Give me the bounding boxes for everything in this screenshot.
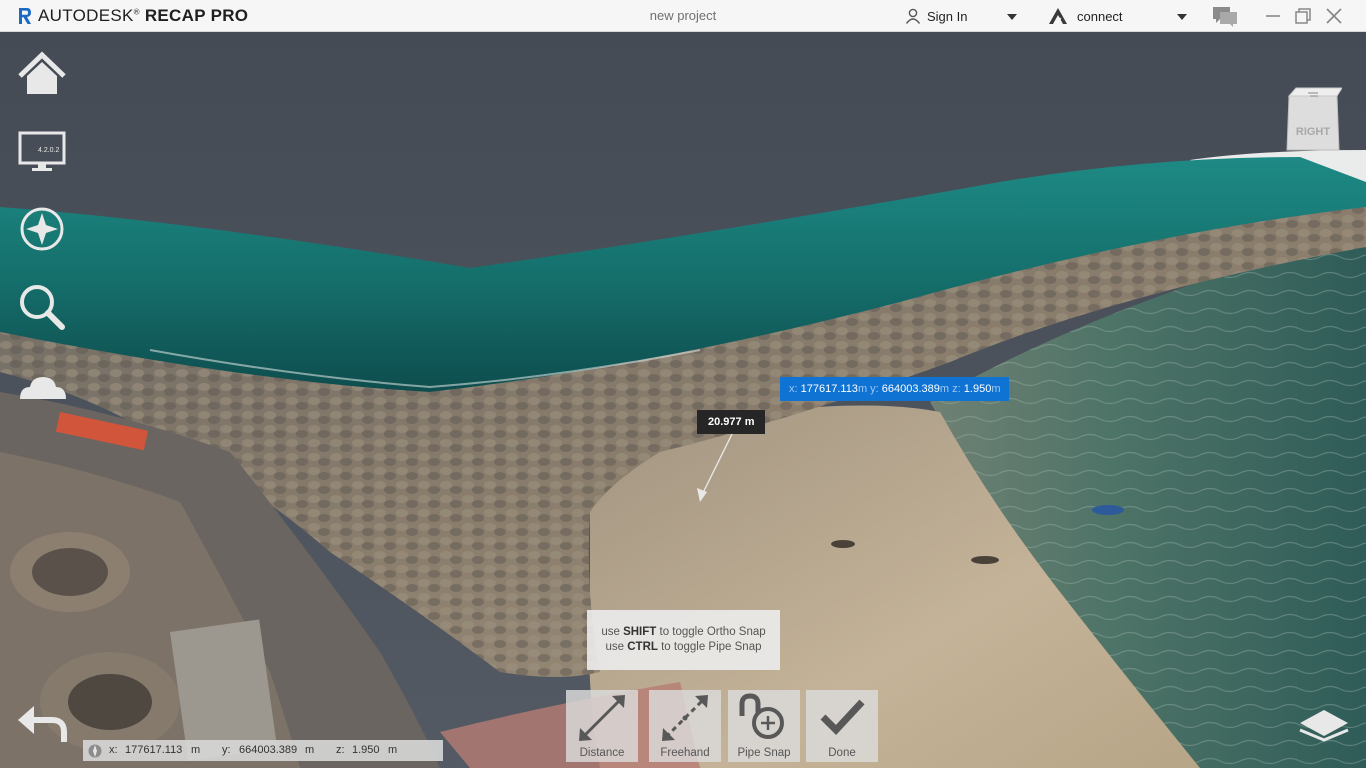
home-icon [18,51,66,94]
point-y-value: 664003.389 [881,383,940,395]
coordinate-system-icon[interactable] [87,743,103,759]
distance-label: 20.977 m [697,410,766,434]
status-y-label: y: [222,744,231,756]
done-label: Done [828,747,856,759]
done-button[interactable]: Done [806,690,878,762]
connect-button[interactable]: connect [1048,7,1123,25]
connect-dropdown-icon[interactable] [1177,14,1187,20]
undo-arrow-icon [18,706,67,742]
point-x-value: 177617.113 [800,383,858,395]
checkmark-icon [820,699,865,736]
point-x-unit: m [857,383,868,395]
status-z-unit: m [388,744,398,756]
cloud-button[interactable] [16,359,68,411]
maximize-icon[interactable] [1292,5,1314,27]
brand-name: AUTODESK [38,6,134,25]
distance-icon [579,695,625,741]
navigation-compass-icon [20,207,64,251]
distance-tool-label: Distance [579,747,625,759]
coordinate-status-bar: x: 177617.113 m y: 664003.389 m z: 1.950… [83,740,443,761]
point-z-value: 1.950 [963,383,992,395]
autodesk-a-icon [1049,8,1067,25]
measurement-point-coordinates: x: 177617.113m y: 664003.389m z: 1.950m [780,377,1010,401]
search-icon [20,285,65,330]
title-bar: AUTODESK® RECAP PRO new project Sign In … [0,0,1366,32]
sign-in-button[interactable]: Sign In [905,8,967,24]
navigation-button[interactable] [16,203,68,255]
status-x-value: 177617.113 [125,744,183,756]
status-z-label: z: [336,744,345,756]
sign-in-dropdown-icon[interactable] [1007,14,1017,20]
minimize-icon[interactable] [1262,5,1284,27]
freehand-tool-label: Freehand [660,747,710,759]
point-x-label: x: [789,383,798,395]
pipe-snap-icon [739,693,784,739]
distance-tool-button[interactable]: Distance [566,690,638,762]
point-y-label: y: [870,383,879,395]
layers-icon [1299,710,1349,742]
app-version: 4.2.0.2 [38,147,60,154]
user-icon [905,8,921,24]
viewcube-face-label: RIGHT [1296,126,1331,138]
brand-mark: ® [133,7,140,17]
status-x-unit: m [191,744,201,756]
status-y-unit: m [305,744,315,756]
point-y-unit: m [939,383,950,395]
cloud-icon [20,377,66,399]
connect-label: connect [1077,8,1123,24]
sign-in-label: Sign In [927,8,968,24]
point-z-unit: m [991,383,1001,395]
home-button[interactable] [16,50,68,102]
pipe-snap-tool-button[interactable]: Pipe Snap [728,690,800,762]
status-x-label: x: [109,744,118,756]
close-icon[interactable] [1323,5,1345,27]
search-button[interactable] [16,281,68,333]
back-button[interactable] [16,702,68,746]
product-name: RECAP PRO [144,6,249,25]
autodesk-logo-icon [19,8,31,24]
point-z-label: z: [952,383,961,395]
freehand-tool-button[interactable]: Freehand [649,690,721,762]
status-y-value: 664003.389 [239,744,298,756]
snap-hint: use SHIFT to toggle Ortho Snap use CTRL … [587,610,780,670]
display-settings-button[interactable]: 4.2.0.2 [16,126,68,178]
pipe-snap-tool-label: Pipe Snap [737,747,791,759]
app-logo: AUTODESK® RECAP PRO [18,6,248,26]
viewcube[interactable]: RIGHT [1284,86,1342,152]
status-z-value: 1.950 [352,744,380,756]
layers-button[interactable] [1296,704,1352,748]
chat-icon[interactable] [1212,5,1238,27]
freehand-icon [662,695,708,741]
